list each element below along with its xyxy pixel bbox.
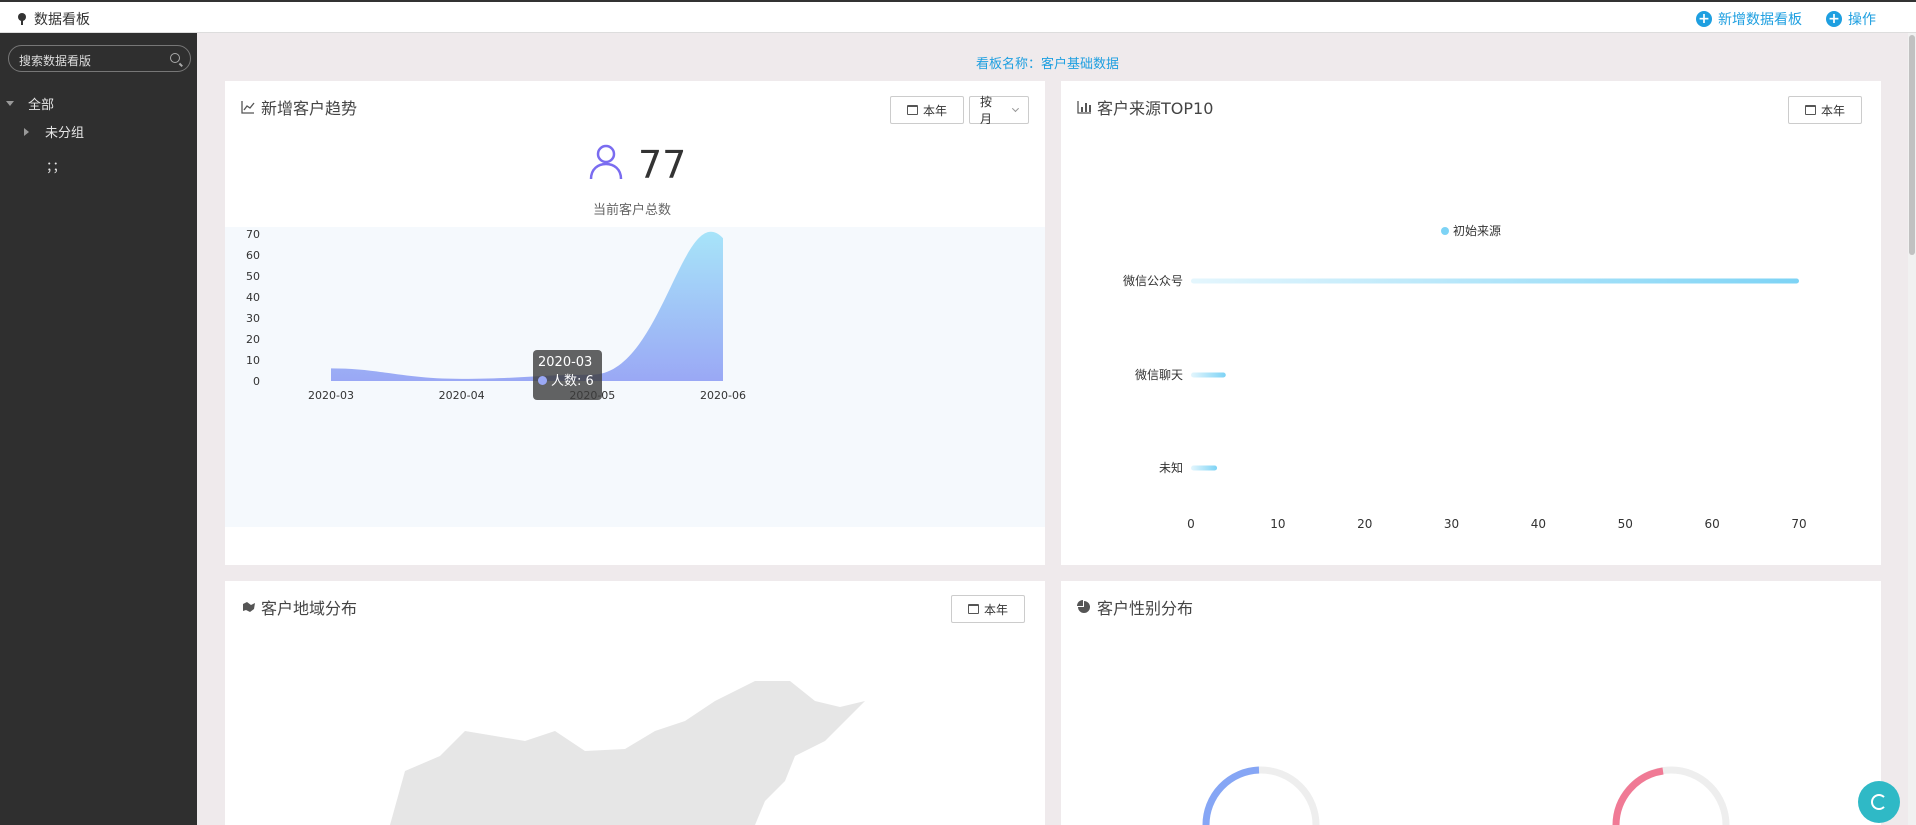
source-title-text: 客户来源TOP10 (1097, 99, 1214, 118)
search-placeholder: 搜索数据看版 (19, 54, 92, 68)
search-icon (170, 53, 180, 63)
period-select-label: 按月 (980, 95, 993, 126)
category-label: 微信公众号 (1123, 274, 1183, 288)
year-filter-label: 本年 (1820, 103, 1845, 118)
x-tick-label: 70 (1791, 517, 1806, 531)
x-tick-label: 2020-06 (700, 389, 746, 402)
x-tick-label: 30 (1444, 517, 1459, 531)
x-tick-label: 60 (1705, 517, 1720, 531)
trend-title-text: 新增客户趋势 (261, 99, 358, 118)
total-customers-label: 当前客户总数 (593, 203, 672, 218)
y-tick-label: 30 (246, 312, 260, 325)
app-title: 数据看板 (18, 9, 90, 29)
tree-item-label: 全部 (28, 98, 55, 113)
tree-item-label: 未分组 (45, 126, 85, 141)
y-tick-label: 70 (246, 228, 260, 241)
y-tick-label: 20 (246, 333, 260, 346)
search-input[interactable]: 搜索数据看版 (8, 45, 191, 72)
donut-female-arc (1612, 767, 1664, 825)
series-dot-icon (538, 376, 547, 385)
legend-marker (1441, 227, 1449, 235)
x-tick-label: 20 (1357, 517, 1372, 531)
floating-refresh-button[interactable] (1858, 781, 1900, 823)
gender-donuts (1202, 766, 1730, 825)
page-scrollbar[interactable] (1908, 33, 1916, 825)
sidebar: 搜索数据看版 全部 未分组 ；； (0, 33, 197, 825)
donut-male-arc (1202, 766, 1260, 825)
source-panel: 客户来源TOP10 本年 初始来源 微信公众号微信聊天未知 0 10 20 30 40 5… (1061, 81, 1881, 565)
x-tick-label: 2020-03 (308, 389, 354, 402)
tree-item-ungrouped[interactable]: 未分组 (24, 122, 84, 141)
tree-item-label: ；； (46, 160, 66, 175)
chart-tooltip: 2020-03 人数: 6 (533, 350, 602, 400)
legend-label: 初始来源 (1453, 224, 1501, 238)
x-tick-label: 0 (1187, 517, 1195, 531)
y-tick-label: 0 (253, 375, 260, 388)
operate-label: 操作 (1848, 12, 1876, 28)
board-name: 看板名称：客户基础数据 (976, 57, 1120, 72)
source-chart: 初始来源 微信公众号微信聊天未知 0 10 20 30 40 50 60 70 (1123, 224, 1807, 531)
plus-circle-icon: + (1696, 11, 1712, 27)
scrollbar-thumb[interactable] (1909, 35, 1915, 255)
trend-series-area (331, 231, 723, 381)
calendar-icon (1804, 105, 1816, 115)
user-icon (589, 144, 623, 180)
caret-right-icon (24, 127, 29, 136)
donut-track (1612, 766, 1730, 825)
total-customers-value: 77 (638, 143, 687, 187)
period-select[interactable]: 按月 (969, 95, 1029, 126)
x-tick-label: 10 (1270, 517, 1285, 531)
y-tick-label: 40 (246, 291, 260, 304)
bar (1191, 278, 1799, 284)
region-map (390, 681, 865, 825)
region-panel: 客户地域分布 本年 (225, 581, 1045, 825)
trend-chart: 010203040506070 2020-032020-042020-05202… (246, 228, 746, 402)
tooltip-date: 2020-03 (538, 355, 593, 370)
bar (1191, 465, 1218, 471)
tree-item-all[interactable]: 全部 (6, 94, 54, 113)
category-label: 未知 (1159, 461, 1183, 475)
y-tick-label: 60 (246, 249, 260, 262)
y-tick-label: 50 (246, 270, 260, 283)
china-map-shape (390, 681, 865, 825)
tooltip-value: 人数: 6 (551, 374, 594, 389)
add-board-button[interactable]: + 新增数据看板 (1696, 9, 1802, 29)
x-tick-label: 40 (1531, 517, 1546, 531)
operate-button[interactable]: + 操作 (1826, 9, 1876, 29)
year-filter-label: 本年 (922, 103, 947, 118)
trend-chart-area: 010203040506070 2020-032020-042020-05202… (225, 227, 1045, 527)
year-filter-button[interactable]: 本年 (1788, 96, 1862, 124)
gender-panel: 客户性别分布 (1061, 581, 1881, 825)
bar (1191, 372, 1226, 378)
donut-track (1202, 766, 1320, 825)
add-board-label: 新增数据看板 (1718, 12, 1802, 28)
chevron-down-icon (1012, 105, 1020, 112)
year-filter-button[interactable]: 本年 (890, 96, 964, 124)
calendar-icon (906, 105, 918, 115)
caret-down-icon (6, 101, 14, 106)
top-bar: 数据看板 + 新增数据看板 + 操作 (0, 0, 1916, 33)
chart-legend: 初始来源 (1441, 224, 1501, 238)
x-tick-label: 2020-04 (439, 389, 485, 402)
tree-item-group[interactable]: ；； (46, 156, 66, 175)
y-tick-label: 10 (246, 354, 260, 367)
line-chart-icon (241, 101, 255, 114)
source-panel-title: 客户来源TOP10 (1077, 95, 1213, 119)
plus-circle-icon: + (1826, 11, 1842, 27)
x-tick-label: 50 (1618, 517, 1633, 531)
trend-panel-title: 新增客户趋势 (241, 95, 357, 119)
bar-chart-icon (1077, 101, 1091, 114)
app-title-text: 数据看板 (34, 12, 90, 28)
location-pin-icon (18, 13, 26, 25)
category-label: 微信聊天 (1135, 368, 1183, 382)
